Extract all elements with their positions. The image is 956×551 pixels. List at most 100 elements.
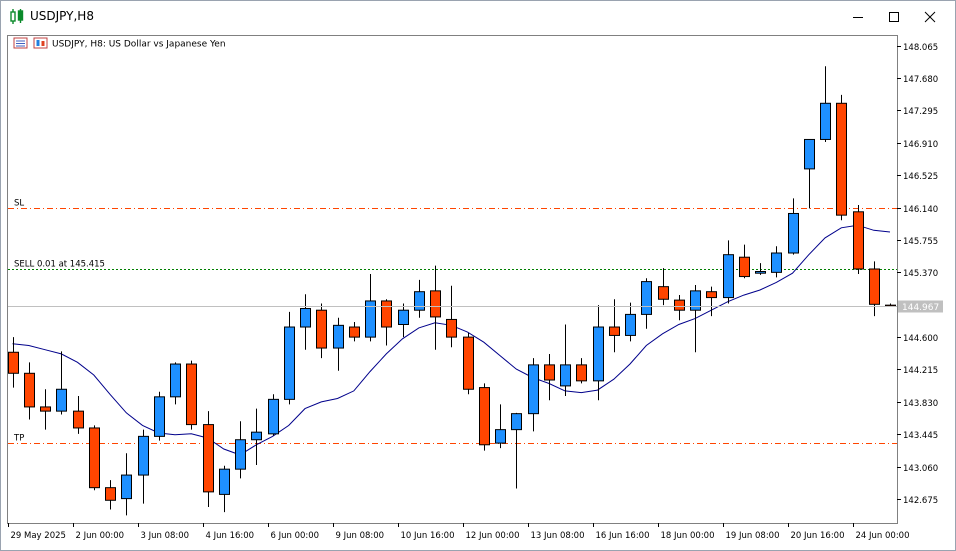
candle	[89, 425, 100, 491]
candle-body	[381, 300, 392, 328]
candle-body	[446, 318, 457, 338]
candle-body	[186, 363, 197, 426]
x-tick-label: 13 Jun 08:00	[531, 531, 585, 541]
title-bar[interactable]: USDJPY,H8	[1, 1, 955, 32]
candle-body	[836, 102, 847, 216]
y-tick-label: 142.675	[903, 496, 938, 506]
x-tick-label: 9 Jun 08:00	[336, 531, 385, 541]
x-tick-label: 12 Jun 00:00	[466, 531, 520, 541]
candle-body	[203, 424, 214, 493]
candle-body	[89, 427, 100, 489]
x-tick-label: 4 Jun 16:00	[206, 531, 255, 541]
x-tick-label: 18 Jun 00:00	[661, 531, 715, 541]
y-tick-label: 143.830	[903, 399, 938, 409]
candle-body	[788, 212, 799, 254]
candle-body	[853, 211, 864, 270]
candle-body	[869, 268, 880, 305]
candle-body	[820, 102, 831, 140]
candle-body	[609, 326, 620, 336]
candle-body	[251, 431, 262, 441]
candle	[836, 94, 847, 221]
candle-body	[706, 291, 717, 299]
candle-body	[349, 326, 360, 338]
candle-body	[414, 291, 425, 311]
candle-body	[154, 396, 165, 437]
minimize-button[interactable]	[842, 5, 874, 29]
candle	[268, 394, 279, 436]
y-tick-label: 145.755	[903, 237, 938, 247]
close-button[interactable]	[914, 5, 946, 29]
level-label: SELL 0.01 at 145.415	[14, 260, 105, 270]
price-axis: 148.065 147.680 147.295 146.910 146.525 146.1…	[897, 43, 938, 506]
candle-body	[674, 299, 685, 311]
candle-body	[463, 336, 474, 390]
candle-body	[316, 309, 327, 349]
x-tick-label: 20 Jun 16:00	[791, 531, 845, 541]
candle-body	[235, 439, 246, 470]
candle-body	[625, 313, 636, 336]
candle-body	[755, 271, 766, 274]
level-label: SL	[14, 199, 24, 209]
x-tick-label: 24 Jun 00:00	[856, 531, 910, 541]
candle-body	[40, 406, 51, 412]
candle-body	[495, 429, 506, 444]
candle	[463, 332, 474, 395]
x-tick-label: 19 Jun 08:00	[726, 531, 780, 541]
candle-body	[268, 398, 279, 435]
candle-body	[658, 286, 669, 300]
candle-body	[528, 364, 539, 415]
window-title: USDJPY,H8	[30, 9, 94, 23]
x-tick-label: 10 Jun 16:00	[401, 531, 455, 541]
x-tick-label: 29 May 2025	[11, 531, 66, 541]
candle-body	[300, 308, 311, 328]
candle-body	[739, 256, 750, 278]
candle-body	[690, 290, 701, 311]
trade-list-icon	[13, 37, 28, 49]
chart-type-icon	[33, 37, 48, 49]
x-tick-label: 2 Jun 00:00	[76, 531, 125, 541]
y-tick-label: 147.680	[903, 75, 938, 85]
candle-body	[284, 326, 295, 400]
candle-body	[170, 363, 181, 398]
y-tick-label: 144.600	[903, 334, 938, 344]
x-tick-label: 16 Jun 16:00	[596, 531, 650, 541]
y-tick-label: 144.215	[903, 366, 938, 376]
candlestick-app-icon	[10, 9, 24, 24]
candle-body	[24, 372, 35, 408]
y-tick-label: 143.445	[903, 431, 938, 441]
candle-body	[593, 326, 604, 382]
maximize-button[interactable]	[878, 5, 910, 29]
candle-body	[138, 435, 149, 476]
candle-body	[56, 388, 67, 412]
candle-body	[641, 281, 652, 315]
candle-body	[430, 290, 441, 318]
candle-body	[219, 468, 230, 495]
candle-body	[479, 387, 490, 446]
candle	[479, 383, 490, 451]
candle-body	[771, 252, 782, 273]
y-tick-label: 145.370	[903, 269, 938, 279]
y-tick-label: 146.525	[903, 172, 938, 182]
bid-label: 144.967	[902, 303, 939, 313]
y-tick-label: 148.065	[903, 43, 938, 53]
chart-window: USDJPY,H8 USDJPY, H8: US Dollar vs Japan…	[0, 0, 956, 551]
candle-body	[8, 351, 19, 374]
candle-body	[544, 364, 555, 381]
y-tick-label: 143.060	[903, 464, 938, 474]
chart-header-text: USDJPY, H8: US Dollar vs Japanese Yen	[52, 40, 226, 50]
y-tick-label: 147.295	[903, 107, 938, 117]
candle-body	[73, 410, 84, 429]
x-tick-label: 3 Jun 08:00	[141, 531, 190, 541]
y-tick-label: 146.140	[903, 205, 938, 215]
candle-body	[804, 138, 815, 170]
candle-body	[560, 364, 571, 387]
candle	[154, 391, 165, 441]
candle-body	[121, 474, 132, 500]
candle-body	[105, 487, 116, 501]
y-tick-label: 146.910	[903, 140, 938, 150]
candle-body	[576, 364, 587, 382]
price-chart[interactable]: USDJPY, H8: US Dollar vs Japanese Yen SL…	[1, 32, 955, 550]
candle	[853, 205, 864, 275]
candle-body	[398, 309, 409, 325]
chart-header: USDJPY, H8: US Dollar vs Japanese Yen	[13, 37, 226, 50]
